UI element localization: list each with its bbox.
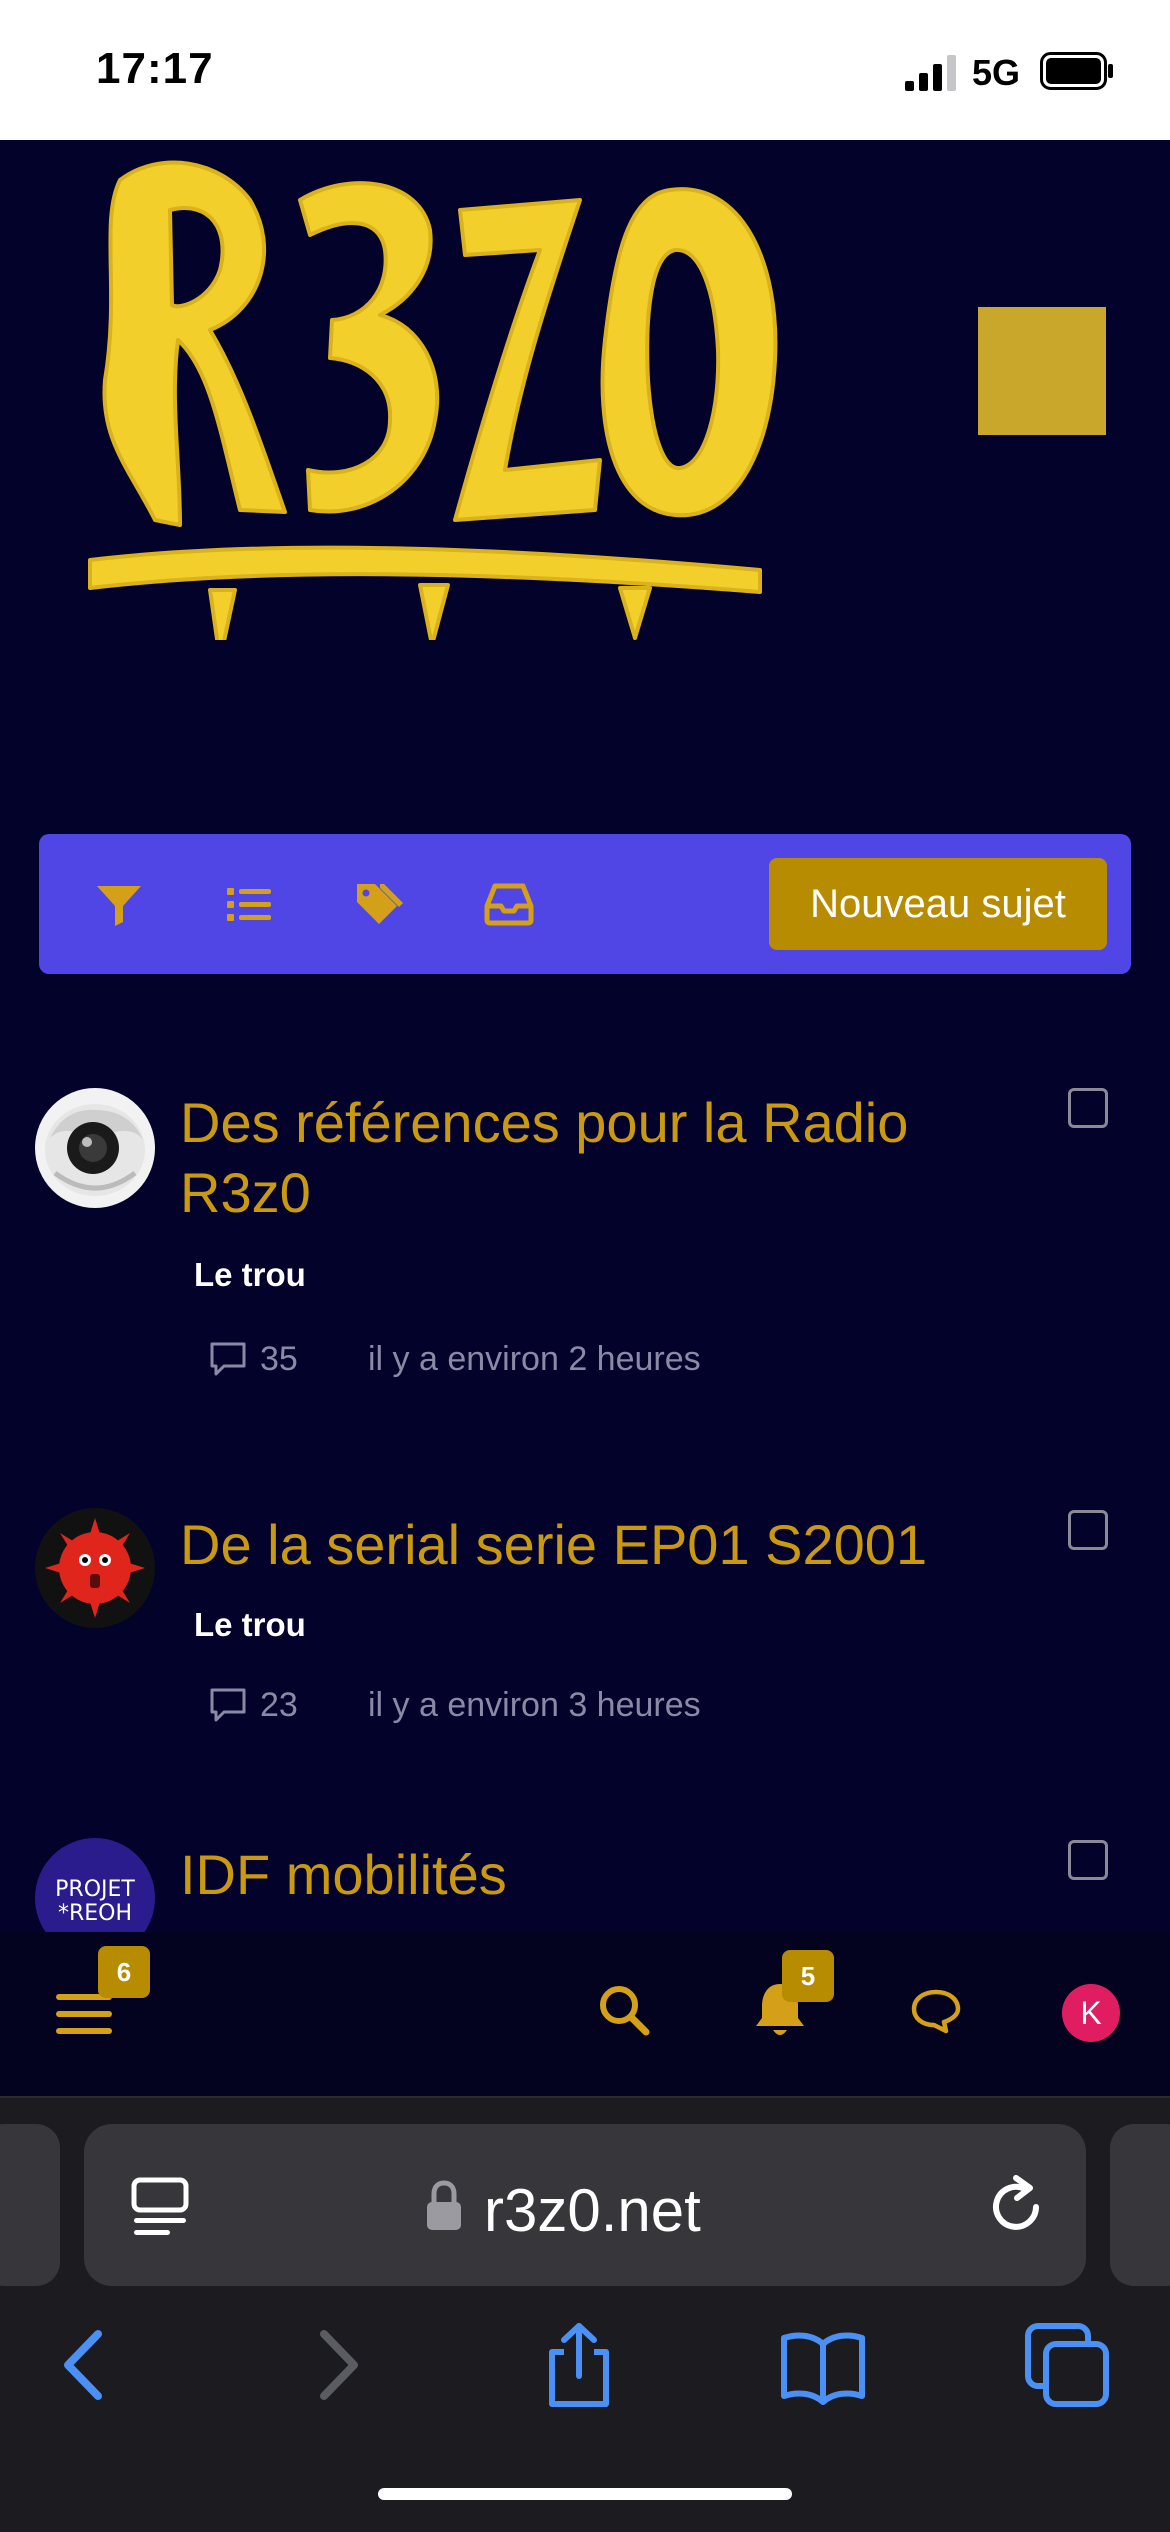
topic-author-avatar[interactable] xyxy=(35,1088,155,1208)
topic-title-line: Des références pour la Radio xyxy=(180,1091,909,1154)
topic-toolbar: Nouveau sujet xyxy=(39,834,1131,974)
battery-icon xyxy=(1040,52,1113,90)
forward-icon[interactable] xyxy=(292,2320,382,2410)
avatar-text: *REOH xyxy=(57,1901,133,1926)
topic-category[interactable]: Le trou xyxy=(194,1606,306,1644)
new-topic-button[interactable]: Nouveau sujet xyxy=(769,858,1107,950)
topic-select-checkbox[interactable] xyxy=(1068,1840,1108,1880)
home-indicator[interactable] xyxy=(378,2488,792,2500)
header-accent-square xyxy=(978,307,1106,435)
avatar-image xyxy=(35,1088,155,1208)
topic-title[interactable]: IDF mobilités xyxy=(180,1840,1010,1910)
comment-icon xyxy=(210,1342,246,1376)
reply-count: 35 xyxy=(260,1340,298,1378)
topic-category[interactable]: Le trou xyxy=(194,1256,306,1294)
tags-icon[interactable] xyxy=(353,878,405,930)
network-label: 5G xyxy=(972,52,1021,93)
user-avatar[interactable]: K xyxy=(1062,1984,1120,2042)
filter-icon[interactable] xyxy=(93,878,145,930)
chat-icon[interactable] xyxy=(910,1988,962,2034)
avatar-image xyxy=(35,1508,155,1628)
list-icon[interactable] xyxy=(223,878,275,930)
page-menu-icon[interactable] xyxy=(128,2174,192,2238)
menu-badge: 6 xyxy=(98,1946,150,1998)
comment-icon xyxy=(210,1688,246,1722)
site-logo[interactable] xyxy=(60,140,820,640)
forum-bottom-nav: 6 5 K xyxy=(0,1932,1170,2096)
topic-select-checkbox[interactable] xyxy=(1068,1088,1108,1128)
topic-title-line: R3z0 xyxy=(180,1161,311,1224)
topic-select-checkbox[interactable] xyxy=(1068,1510,1108,1550)
topic-title[interactable]: Des références pour la Radio R3z0 xyxy=(180,1088,1010,1228)
url-text[interactable]: r3z0.net xyxy=(484,2176,701,2245)
inbox-icon[interactable] xyxy=(483,878,535,930)
forum-page: Nouveau sujet Des références pour la Rad… xyxy=(0,140,1170,2100)
topic-author-avatar[interactable] xyxy=(35,1508,155,1628)
bookmarks-icon[interactable] xyxy=(778,2320,868,2410)
topic-title[interactable]: De la serial serie EP01 S2001 xyxy=(180,1510,1010,1580)
tabs-icon[interactable] xyxy=(1022,2320,1112,2410)
address-bar[interactable]: r3z0.net xyxy=(84,2124,1086,2286)
status-time: 17:17 xyxy=(96,44,214,93)
topic-time[interactable]: il y a environ 2 heures xyxy=(368,1340,701,1379)
signal-icon xyxy=(905,55,956,91)
next-tab-preview[interactable] xyxy=(1110,2124,1170,2286)
reload-icon[interactable] xyxy=(984,2174,1050,2240)
search-icon[interactable] xyxy=(596,1982,652,2038)
notifications-badge: 5 xyxy=(782,1950,834,2002)
status-bar: 17:17 5G xyxy=(0,0,1170,140)
browser-chrome: r3z0.net xyxy=(0,2096,1170,2532)
reply-count: 23 xyxy=(260,1686,298,1724)
lock-icon xyxy=(427,2180,461,2230)
share-icon[interactable] xyxy=(534,2320,624,2410)
back-icon[interactable] xyxy=(40,2320,130,2410)
topic-time[interactable]: il y a environ 3 heures xyxy=(368,1686,701,1725)
previous-tab-preview[interactable] xyxy=(0,2124,60,2286)
avatar-text: PROJET xyxy=(55,1877,135,1902)
